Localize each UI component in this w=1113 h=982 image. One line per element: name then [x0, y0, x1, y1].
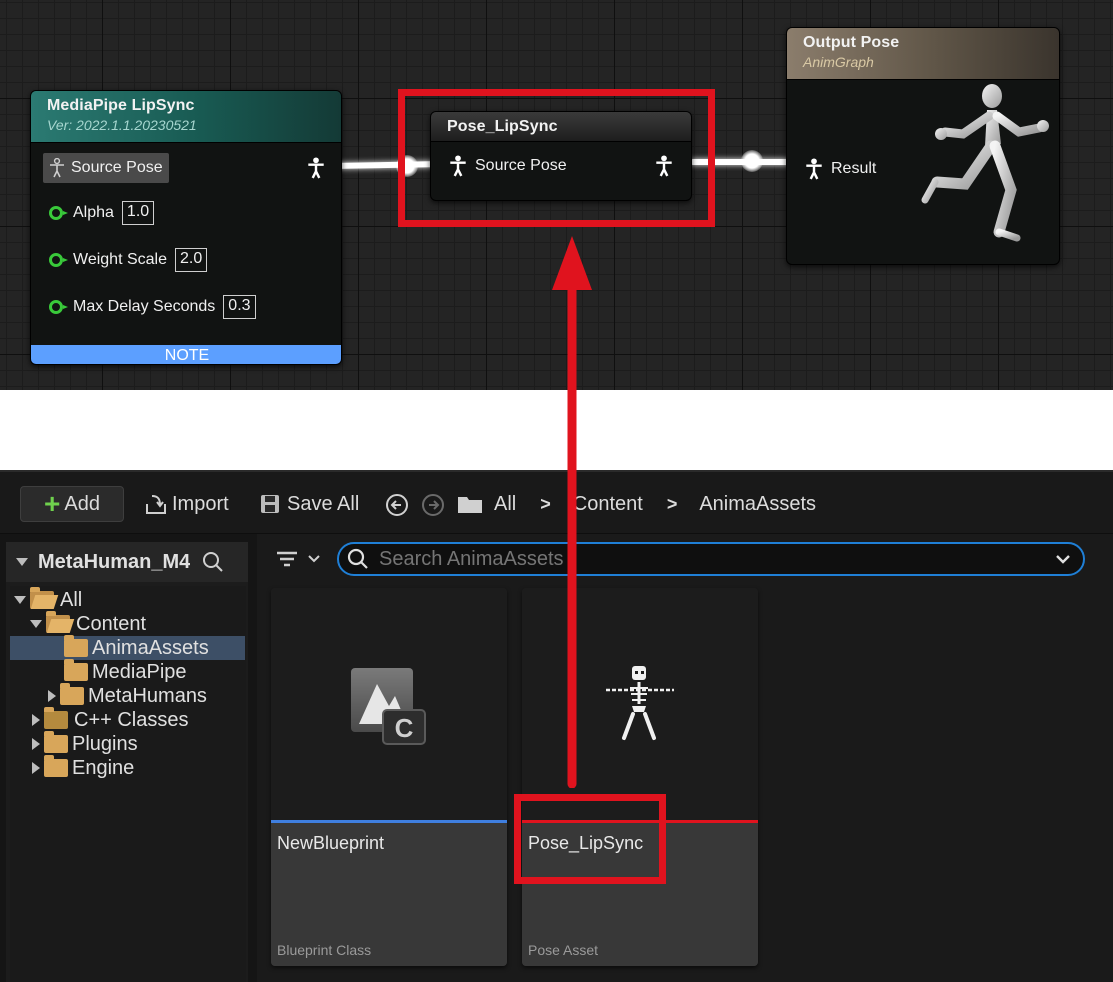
import-button[interactable]: Import [144, 487, 229, 521]
pose-output-pin-icon[interactable] [307, 157, 325, 184]
chevron-down-icon[interactable] [1055, 553, 1071, 565]
blueprint-class-icon: C [349, 666, 429, 751]
asset-thumbnail: C [271, 588, 507, 820]
add-button[interactable]: + Add [20, 486, 124, 522]
expand-triangle-icon[interactable] [32, 762, 40, 774]
filter-icon[interactable] [275, 549, 321, 569]
source-pose-pin[interactable]: Source Pose [43, 153, 169, 183]
import-button-label: Import [172, 492, 229, 515]
running-mannequin-icon [915, 82, 1055, 257]
pose-pin-icon [805, 158, 823, 180]
tree-label: MediaPipe [92, 660, 187, 683]
node-subtitle: AnimGraph [803, 54, 874, 70]
pin-label: Alpha [73, 204, 114, 221]
pin-label: Source Pose [71, 159, 163, 176]
max-delay-value-field[interactable]: 0.3 [223, 295, 256, 319]
folder-icon [64, 635, 88, 657]
search-icon [347, 548, 369, 570]
tree-item-cpp-classes[interactable]: C++ Classes [32, 707, 189, 732]
add-button-label: Add [64, 492, 100, 515]
tree-label: C++ Classes [74, 708, 189, 731]
search-box[interactable] [337, 542, 1085, 576]
folder-icon [64, 659, 88, 681]
expand-triangle-icon[interactable] [14, 596, 26, 604]
tree-item-all[interactable]: All [14, 587, 83, 612]
save-icon [259, 493, 281, 515]
save-all-button[interactable]: Save All [259, 487, 359, 521]
folder-open-icon [46, 611, 70, 633]
tree-item-animaassets[interactable]: AnimaAssets [64, 635, 209, 660]
max-delay-pin[interactable]: Max Delay Seconds 0.3 [49, 295, 256, 319]
tree-label: Plugins [72, 732, 138, 755]
folder-icon [457, 494, 483, 519]
collapse-triangle-icon[interactable] [16, 558, 28, 566]
tree-item-content[interactable]: Content [30, 611, 147, 636]
svg-text:C: C [395, 713, 414, 743]
breadcrumb: All > Content > AnimaAssets [494, 487, 816, 521]
node-title: MediaPipe LipSync [47, 97, 195, 114]
annotation-arrow [550, 232, 594, 793]
save-all-label: Save All [287, 492, 360, 515]
skeleton-icon [602, 664, 678, 749]
back-arrow-icon[interactable] [385, 493, 409, 522]
asset-tile-newblueprint[interactable]: C NewBlueprint Blueprint Class [271, 588, 507, 966]
tree-label: Content [76, 612, 147, 635]
asset-info: NewBlueprint Blueprint Class [271, 823, 507, 966]
expand-triangle-icon[interactable] [32, 738, 40, 750]
alpha-pin[interactable]: Alpha 1.0 [49, 201, 155, 225]
expand-triangle-icon[interactable] [48, 690, 56, 702]
folder-icon [60, 683, 84, 705]
expand-triangle-icon[interactable] [30, 620, 42, 628]
cpp-folder-icon [44, 707, 68, 729]
expand-triangle-icon[interactable] [32, 714, 40, 726]
tree-label: Engine [72, 756, 135, 779]
output-pose-node[interactable]: Output Pose AnimGraph Result [786, 27, 1060, 265]
pin-label: Max Delay Seconds [73, 298, 216, 315]
float-pin-icon [49, 206, 68, 220]
highlight-box-asset-name [514, 794, 666, 884]
node-title: Output Pose [803, 34, 900, 51]
tree-item-plugins[interactable]: Plugins [32, 731, 138, 756]
node-subtitle: Ver: 2022.1.1.20230521 [47, 117, 197, 133]
alpha-value-field[interactable]: 1.0 [121, 201, 155, 225]
highlight-box-graph-node [398, 89, 715, 227]
breadcrumb-all[interactable]: All [494, 493, 516, 516]
pose-pin-icon [49, 158, 65, 178]
project-header[interactable]: MetaHuman_M4U [6, 542, 248, 582]
wire-glow [741, 150, 763, 172]
pin-label: Result [831, 160, 877, 177]
tree-item-engine[interactable]: Engine [32, 755, 135, 780]
search-icon[interactable] [202, 551, 224, 573]
node-header: MediaPipe LipSync Ver: 2022.1.1.20230521 [31, 91, 341, 143]
search-input[interactable] [369, 545, 1055, 573]
node-note-bar[interactable]: NOTE [31, 345, 341, 364]
breadcrumb-animaassets[interactable]: AnimaAssets [699, 493, 816, 516]
pin-label: Weight Scale [73, 251, 167, 268]
folder-icon [44, 731, 68, 753]
project-name: MetaHuman_M4U [38, 550, 190, 573]
float-pin-icon [49, 253, 68, 267]
float-pin-icon [49, 300, 68, 314]
tree-label: AnimaAssets [92, 636, 209, 659]
import-icon [144, 492, 168, 516]
weight-scale-value-field[interactable]: 2.0 [174, 248, 208, 272]
plus-icon: + [44, 488, 61, 519]
mediapipe-lipsync-node[interactable]: MediaPipe LipSync Ver: 2022.1.1.20230521… [30, 90, 342, 365]
folder-icon [44, 755, 68, 777]
weight-scale-pin[interactable]: Weight Scale 2.0 [49, 248, 208, 272]
asset-type: Pose Asset [528, 942, 599, 958]
tree-label: All [60, 588, 83, 611]
folder-open-icon [30, 587, 54, 609]
asset-type: Blueprint Class [277, 942, 372, 958]
node-header: Output Pose AnimGraph [787, 28, 1059, 80]
chevron-right-icon[interactable]: > [667, 494, 678, 515]
forward-arrow-icon[interactable] [421, 493, 445, 522]
tree-item-metahumans[interactable]: MetaHumans [48, 683, 207, 708]
asset-view: C NewBlueprint Blueprint Class [257, 534, 1113, 982]
tree-item-mediapipe[interactable]: MediaPipe [64, 659, 187, 684]
tree-label: MetaHumans [88, 684, 207, 707]
asset-name: NewBlueprint [277, 833, 385, 853]
result-pin[interactable]: Result [805, 158, 876, 180]
